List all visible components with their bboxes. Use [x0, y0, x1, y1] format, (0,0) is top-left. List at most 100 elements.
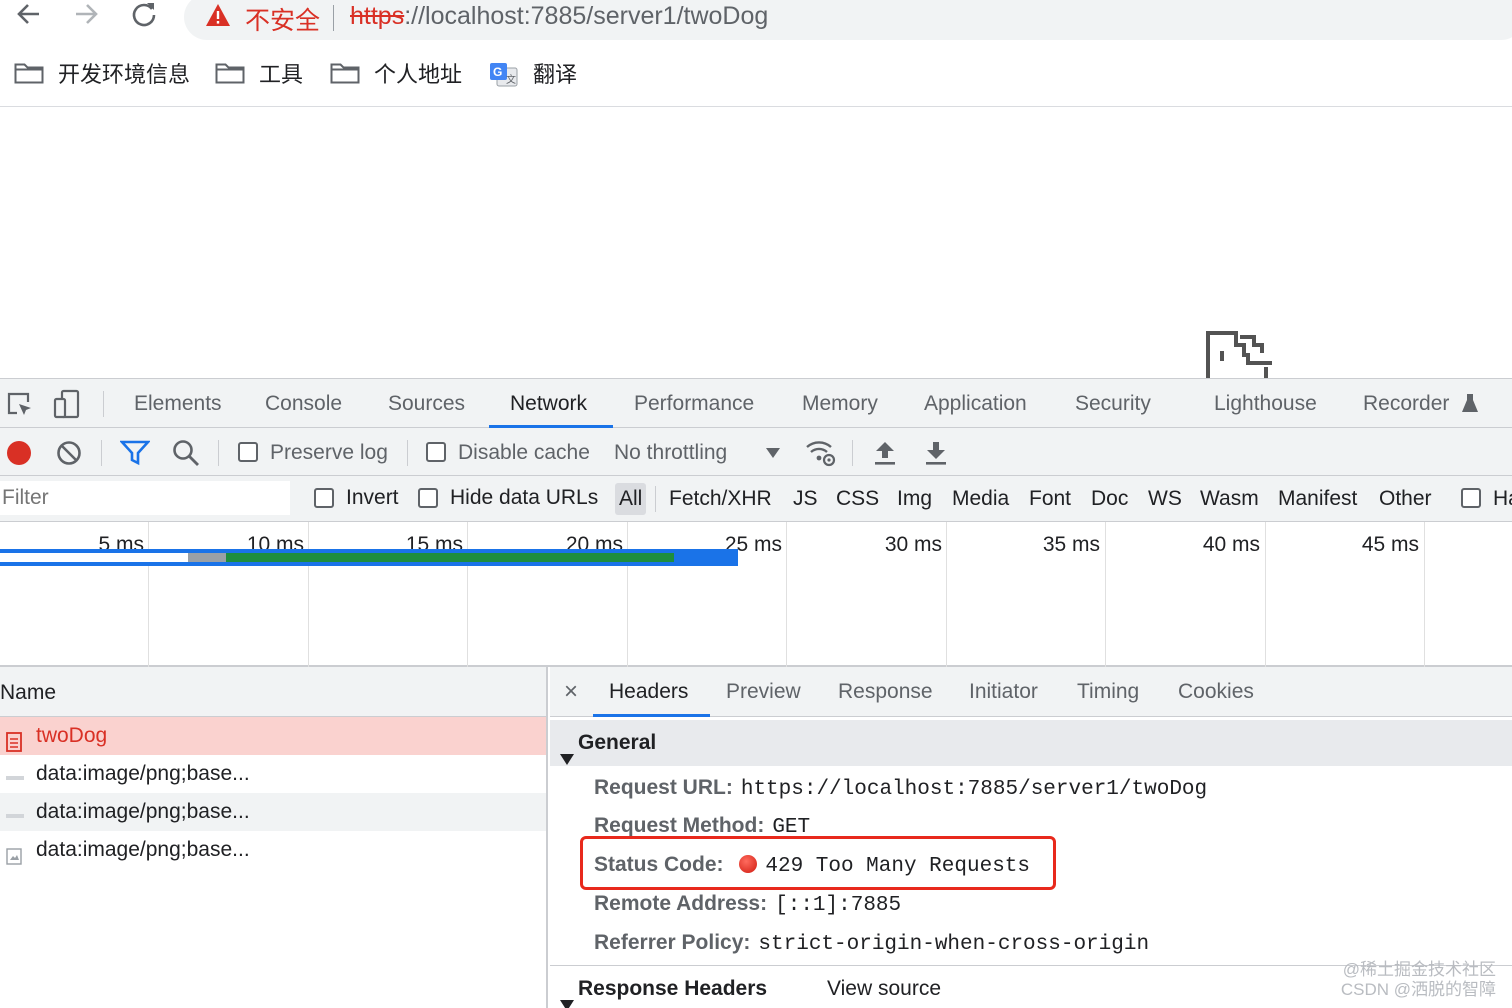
forward-arrow-icon[interactable]: [66, 0, 106, 34]
tab-preview[interactable]: Preview: [726, 667, 801, 717]
tab-headers[interactable]: Headers: [609, 667, 688, 717]
referrer-policy-row: Referrer Policy: strict-origin-when-cross…: [594, 928, 1149, 958]
filter-type-media[interactable]: Media: [952, 483, 1009, 515]
filter-input[interactable]: [0, 481, 290, 515]
field-key: Referrer Policy:: [594, 931, 751, 954]
reload-icon[interactable]: [124, 0, 164, 34]
tab-initiator[interactable]: Initiator: [969, 667, 1038, 717]
filter-type-img[interactable]: Img: [897, 483, 932, 515]
timeline-tick-label: 35 ms: [1042, 533, 1100, 556]
timeline-tick-label: 40 ms: [1202, 533, 1260, 556]
tab-console[interactable]: Console: [265, 379, 342, 428]
tab-recorder[interactable]: Recorder: [1363, 379, 1449, 428]
close-icon[interactable]: ×: [564, 667, 578, 717]
general-section-header[interactable]: General: [550, 720, 1512, 766]
preserve-log-checkbox[interactable]: [238, 442, 258, 462]
tab-lighthouse[interactable]: Lighthouse: [1214, 379, 1317, 428]
bookmark-tools[interactable]: 工具: [215, 58, 303, 88]
timeline-gridline: [1265, 522, 1266, 667]
bookmark-dev-env[interactable]: 开发环境信息: [14, 58, 190, 88]
tab-response[interactable]: Response: [838, 667, 933, 717]
not-secure-label[interactable]: 不安全: [245, 1, 320, 37]
filter-type-css[interactable]: CSS: [836, 483, 879, 515]
waterfall-bar-stalled: [188, 553, 226, 562]
filter-type-all[interactable]: All: [615, 483, 647, 515]
filter-type-doc[interactable]: Doc: [1091, 483, 1128, 515]
status-highlight-box: [580, 836, 1056, 890]
tab-elements[interactable]: Elements: [134, 379, 222, 428]
preserve-log-label[interactable]: Preserve log: [270, 441, 388, 465]
request-details: × Headers Preview Response Initiator Tim…: [550, 667, 1512, 1008]
view-source-link[interactable]: View source: [827, 966, 941, 1008]
request-row[interactable]: twoDog: [0, 717, 546, 755]
toolbar-divider: [101, 440, 102, 466]
tab-network[interactable]: Network: [510, 379, 587, 428]
field-key: Request URL:: [594, 776, 733, 799]
clear-icon[interactable]: [56, 440, 82, 471]
svg-text:文: 文: [506, 73, 516, 86]
address-bar-divider: [333, 5, 334, 31]
disable-cache-checkbox[interactable]: [426, 442, 446, 462]
active-tab-indicator: [593, 714, 710, 717]
request-row[interactable]: data:image/png;base...: [0, 755, 546, 793]
tab-security[interactable]: Security: [1075, 379, 1151, 428]
import-har-icon[interactable]: [874, 440, 896, 471]
tab-timing[interactable]: Timing: [1077, 667, 1139, 717]
request-name: data:image/png;base...: [36, 762, 250, 785]
remote-address-row: Remote Address: [::1]:7885: [594, 889, 901, 919]
browser-chrome: 不安全 https://localhost:7885/server1/twoDo…: [0, 0, 1512, 107]
details-tab-bar: × Headers Preview Response Initiator Tim…: [550, 667, 1512, 717]
timeline-gridline: [1105, 522, 1106, 667]
export-har-icon[interactable]: [925, 440, 947, 471]
url-text[interactable]: https://localhost:7885/server1/twoDog: [350, 2, 768, 31]
filter-type-font[interactable]: Font: [1029, 483, 1071, 515]
request-row[interactable]: data:image/png;base...: [0, 793, 546, 831]
filter-type-js[interactable]: JS: [793, 483, 818, 515]
warning-triangle-icon[interactable]: [205, 3, 231, 32]
network-conditions-icon[interactable]: [805, 438, 837, 473]
invert-label[interactable]: Invert: [346, 486, 399, 510]
hide-data-urls-label[interactable]: Hide data URLs: [450, 486, 598, 510]
general-section-title: General: [578, 731, 657, 754]
toolbar-divider: [852, 440, 853, 466]
search-icon[interactable]: [172, 439, 200, 472]
invert-checkbox[interactable]: [314, 488, 334, 508]
back-arrow-icon[interactable]: [9, 0, 49, 34]
filter-icon[interactable]: [119, 440, 151, 471]
watermark: @稀土掘金技术社区 CSDN @洒脱的智障: [1341, 960, 1496, 1000]
has-blocked-cookies-checkbox[interactable]: [1461, 488, 1481, 508]
folder-icon: [215, 62, 245, 84]
tab-application[interactable]: Application: [924, 379, 1027, 428]
tab-memory[interactable]: Memory: [802, 379, 878, 428]
bookmark-personal[interactable]: 个人地址: [330, 58, 462, 88]
throttling-select[interactable]: No throttling: [614, 441, 727, 465]
name-column-header[interactable]: Name: [0, 667, 546, 717]
disable-cache-label[interactable]: Disable cache: [458, 441, 590, 465]
filter-type-wasm[interactable]: Wasm: [1200, 483, 1259, 515]
bookmark-translate[interactable]: G文 翻译: [489, 58, 577, 88]
filter-type-manifest[interactable]: Manifest: [1278, 483, 1357, 515]
inspect-element-icon[interactable]: [6, 391, 34, 424]
tab-sources[interactable]: Sources: [388, 379, 465, 428]
filter-type-ws[interactable]: WS: [1148, 483, 1182, 515]
truncated-filter-label[interactable]: Ha: [1493, 483, 1512, 515]
field-key: Remote Address:: [594, 892, 768, 915]
filter-type-other[interactable]: Other: [1379, 483, 1432, 515]
field-value: https://localhost:7885/server1/twoDog: [740, 778, 1208, 801]
request-name: data:image/png;base...: [36, 800, 250, 823]
tab-performance[interactable]: Performance: [634, 379, 754, 428]
tab-cookies[interactable]: Cookies: [1178, 667, 1254, 717]
hide-data-urls-checkbox[interactable]: [418, 488, 438, 508]
request-url-row: Request URL: https://localhost:7885/serve…: [594, 773, 1207, 803]
chevron-down-icon[interactable]: [766, 446, 780, 464]
network-toolbar: Preserve log Disable cache No throttling: [0, 428, 1512, 476]
response-headers-title: Response Headers: [578, 977, 768, 1000]
device-toolbar-icon[interactable]: [52, 389, 82, 424]
devtools-tab-bar: Elements Console Sources Network Perform…: [0, 379, 1512, 428]
timeline-gridline: [786, 522, 787, 667]
filter-type-fetch-xhr[interactable]: Fetch/XHR: [669, 483, 772, 515]
network-overview-timeline[interactable]: 5 ms 10 ms 15 ms 20 ms 25 ms 30 ms 35 ms…: [0, 522, 1512, 667]
request-row[interactable]: data:image/png;base...: [0, 831, 546, 869]
record-icon[interactable]: [6, 440, 32, 471]
dino-game-sprite[interactable]: [1206, 331, 1272, 384]
